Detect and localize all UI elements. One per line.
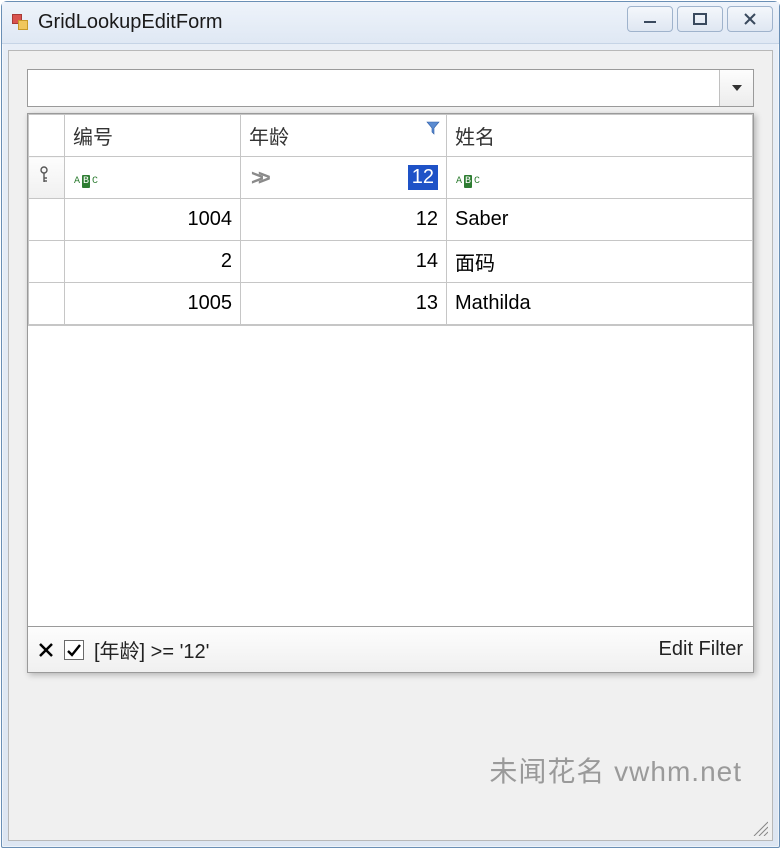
watermark-text: 未闻花名 vwhm.net bbox=[489, 750, 742, 790]
table-row[interactable]: 2 14 面码 bbox=[29, 241, 753, 283]
close-icon bbox=[741, 12, 759, 26]
dropdown-button[interactable] bbox=[719, 70, 753, 106]
column-header-name[interactable]: 姓名 bbox=[447, 115, 753, 157]
table-row[interactable]: 1004 12 Saber bbox=[29, 199, 753, 241]
autofilter-indicator bbox=[29, 157, 65, 199]
clear-filter-button[interactable] bbox=[38, 642, 54, 658]
grid-empty-area bbox=[28, 325, 753, 626]
key-icon bbox=[37, 166, 51, 184]
grid: 编号 年龄 姓名 bbox=[28, 114, 753, 325]
autofilter-age-value[interactable]: 12 bbox=[408, 165, 438, 190]
cell-id: 2 bbox=[65, 241, 241, 283]
check-icon bbox=[66, 642, 82, 658]
contains-operator-icon: ABC bbox=[73, 175, 99, 188]
filter-funnel-icon[interactable] bbox=[426, 121, 440, 135]
header-row: 编号 年龄 姓名 bbox=[29, 115, 753, 157]
maximize-icon bbox=[691, 12, 709, 26]
chevron-down-icon bbox=[731, 84, 743, 92]
filter-enabled-checkbox[interactable] bbox=[64, 640, 84, 660]
client-area: 编号 年龄 姓名 bbox=[8, 50, 773, 841]
ge-operator-icon[interactable]: >> bbox=[251, 165, 265, 191]
minimize-button[interactable] bbox=[627, 6, 673, 32]
app-icon bbox=[12, 14, 30, 32]
filter-panel: [年龄] >= '12' Edit Filter bbox=[28, 626, 753, 672]
resize-grip-icon bbox=[750, 818, 768, 836]
window-title: GridLookupEditForm bbox=[38, 11, 223, 34]
row-indicator bbox=[29, 199, 65, 241]
cell-id: 1004 bbox=[65, 199, 241, 241]
autofilter-cell-id[interactable]: ABC bbox=[65, 157, 241, 199]
autofilter-cell-name[interactable]: ABC bbox=[447, 157, 753, 199]
autofilter-cell-age[interactable]: >> 12 bbox=[241, 157, 447, 199]
lookup-input[interactable] bbox=[28, 78, 719, 99]
app-window: GridLookupEditForm bbox=[1, 1, 780, 848]
titlebar[interactable]: GridLookupEditForm bbox=[2, 2, 779, 44]
filter-expression: [年龄] >= '12' bbox=[94, 635, 209, 664]
cell-id: 1005 bbox=[65, 283, 241, 325]
column-header-age-label: 年龄 bbox=[249, 127, 289, 149]
cell-age: 13 bbox=[241, 283, 447, 325]
column-header-age[interactable]: 年龄 bbox=[241, 115, 447, 157]
cell-name: 面码 bbox=[447, 241, 753, 283]
autofilter-row: ABC >> 12 ABC bbox=[29, 157, 753, 199]
lookup-combo[interactable] bbox=[27, 69, 754, 107]
minimize-icon bbox=[641, 12, 659, 26]
table-row[interactable]: 1005 13 Mathilda bbox=[29, 283, 753, 325]
contains-operator-icon: ABC bbox=[455, 175, 481, 188]
close-button[interactable] bbox=[727, 6, 773, 32]
cell-name: Mathilda bbox=[447, 283, 753, 325]
indicator-header bbox=[29, 115, 65, 157]
column-header-id-label: 编号 bbox=[73, 127, 113, 149]
cell-age: 14 bbox=[241, 241, 447, 283]
window-buttons bbox=[627, 6, 773, 32]
dropdown-grid-panel: 编号 年龄 姓名 bbox=[27, 113, 754, 673]
resize-grip[interactable] bbox=[750, 818, 768, 836]
column-header-name-label: 姓名 bbox=[455, 127, 495, 149]
column-header-id[interactable]: 编号 bbox=[65, 115, 241, 157]
row-indicator bbox=[29, 241, 65, 283]
cell-age: 12 bbox=[241, 199, 447, 241]
maximize-button[interactable] bbox=[677, 6, 723, 32]
edit-filter-link[interactable]: Edit Filter bbox=[659, 638, 743, 661]
row-indicator bbox=[29, 283, 65, 325]
cell-name: Saber bbox=[447, 199, 753, 241]
